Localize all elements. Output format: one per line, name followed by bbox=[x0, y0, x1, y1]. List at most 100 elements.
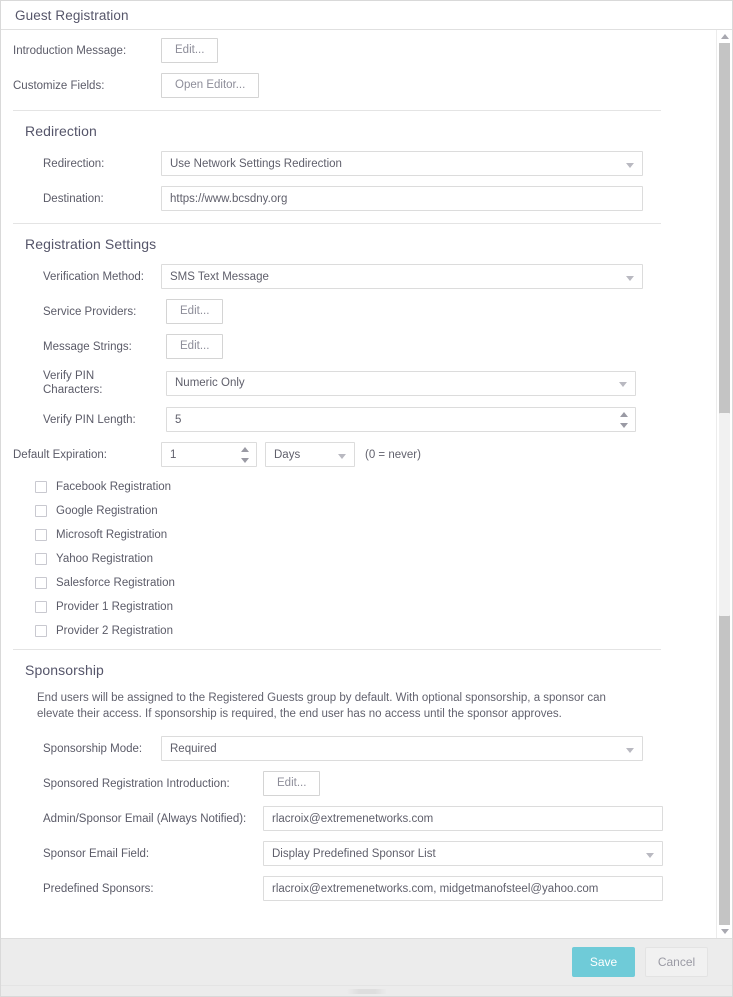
message-strings-control: Edit... bbox=[161, 334, 223, 359]
chevron-down-icon bbox=[626, 276, 634, 281]
field-admin-sponsor-email: Admin/Sponsor Email (Always Notified): bbox=[1, 806, 716, 831]
field-introduction-message: Introduction Message: Edit... bbox=[1, 38, 716, 63]
vertical-scrollbar[interactable] bbox=[716, 30, 732, 938]
field-predefined-sponsors: Predefined Sponsors: bbox=[1, 876, 716, 901]
settings-content: Introduction Message: Edit... Customize … bbox=[1, 30, 716, 923]
scrollbar-thumb[interactable] bbox=[719, 413, 730, 616]
redirection-mode-label: Redirection: bbox=[13, 157, 161, 171]
service-providers-edit-button[interactable]: Edit... bbox=[166, 299, 223, 324]
destination-label: Destination: bbox=[13, 192, 161, 206]
checkbox-microsoft-registration[interactable]: Microsoft Registration bbox=[1, 529, 716, 541]
window-resize-strip[interactable] bbox=[1, 985, 732, 996]
verify-pin-characters-label: Verify PIN Characters: bbox=[13, 369, 161, 397]
cancel-button[interactable]: Cancel bbox=[645, 947, 708, 977]
checkbox-label: Facebook Registration bbox=[56, 481, 171, 493]
destination-control bbox=[161, 186, 643, 211]
field-sponsorship-mode: Sponsorship Mode: Required bbox=[1, 736, 716, 761]
checkbox-salesforce-registration[interactable]: Salesforce Registration bbox=[1, 577, 716, 589]
verify-pin-characters-control: Numeric Only bbox=[161, 371, 636, 396]
sponsorship-description: End users will be assigned to the Regist… bbox=[1, 690, 716, 736]
checkbox-provider-2-registration[interactable]: Provider 2 Registration bbox=[1, 625, 716, 637]
checkbox-provider-1-registration[interactable]: Provider 1 Registration bbox=[1, 601, 716, 613]
redirection-mode-value: Use Network Settings Redirection bbox=[170, 158, 342, 170]
guest-registration-window: Guest Registration Introduction Message:… bbox=[0, 0, 733, 997]
field-service-providers: Service Providers: Edit... bbox=[1, 299, 716, 324]
predefined-sponsors-input[interactable] bbox=[263, 876, 663, 901]
checkbox-icon[interactable] bbox=[35, 481, 47, 493]
verify-pin-length-stepper[interactable]: 5 bbox=[166, 407, 636, 432]
verification-method-label: Verification Method: bbox=[13, 270, 161, 284]
redirection-mode-select[interactable]: Use Network Settings Redirection bbox=[161, 151, 643, 176]
checkbox-google-registration[interactable]: Google Registration bbox=[1, 505, 716, 517]
chevron-down-icon bbox=[619, 382, 627, 387]
verify-pin-length-label: Verify PIN Length: bbox=[13, 413, 161, 427]
checkbox-icon[interactable] bbox=[35, 625, 47, 637]
window-body: Introduction Message: Edit... Customize … bbox=[1, 30, 732, 938]
admin-sponsor-email-input[interactable] bbox=[263, 806, 663, 831]
chevron-down-icon bbox=[626, 163, 634, 168]
field-redirection-destination: Destination: bbox=[1, 186, 716, 211]
introduction-message-edit-button[interactable]: Edit... bbox=[161, 38, 218, 63]
scrollbar-track[interactable] bbox=[719, 43, 730, 925]
window-titlebar: Guest Registration bbox=[1, 1, 732, 30]
verify-pin-characters-value: Numeric Only bbox=[175, 377, 245, 389]
resize-grip-icon[interactable] bbox=[347, 989, 387, 994]
default-expiration-control: 1 Days (0 = never) bbox=[161, 442, 421, 467]
verify-pin-length-value: 5 bbox=[175, 414, 181, 426]
sponsored-registration-introduction-label: Sponsored Registration Introduction: bbox=[13, 777, 253, 791]
destination-input[interactable] bbox=[161, 186, 643, 211]
verification-method-select[interactable]: SMS Text Message bbox=[161, 264, 643, 289]
checkbox-icon[interactable] bbox=[35, 577, 47, 589]
admin-sponsor-email-label: Admin/Sponsor Email (Always Notified): bbox=[13, 812, 253, 826]
checkbox-label: Google Registration bbox=[56, 505, 158, 517]
save-button[interactable]: Save bbox=[572, 947, 635, 977]
field-verify-pin-characters: Verify PIN Characters: Numeric Only bbox=[1, 369, 716, 397]
checkbox-label: Provider 2 Registration bbox=[56, 625, 173, 637]
default-expiration-unit-select[interactable]: Days bbox=[265, 442, 355, 467]
verify-pin-length-control: 5 bbox=[161, 407, 636, 432]
predefined-sponsors-control bbox=[253, 876, 663, 901]
checkbox-label: Microsoft Registration bbox=[56, 529, 167, 541]
sponsor-email-field-select[interactable]: Display Predefined Sponsor List bbox=[263, 841, 663, 866]
introduction-message-label: Introduction Message: bbox=[13, 44, 161, 58]
checkbox-label: Provider 1 Registration bbox=[56, 601, 173, 613]
default-expiration-value: 1 bbox=[170, 449, 176, 461]
introduction-message-control: Edit... bbox=[161, 38, 218, 63]
sponsor-email-field-value: Display Predefined Sponsor List bbox=[272, 848, 436, 860]
social-registration-list: Facebook Registration Google Registratio… bbox=[1, 481, 716, 637]
default-expiration-stepper[interactable]: 1 bbox=[161, 442, 257, 467]
sponsorship-mode-control: Required bbox=[161, 736, 643, 761]
verify-pin-characters-select[interactable]: Numeric Only bbox=[166, 371, 636, 396]
chevron-down-icon bbox=[338, 454, 346, 459]
chevron-down-icon bbox=[646, 853, 654, 858]
field-verification-method: Verification Method: SMS Text Message bbox=[1, 264, 716, 289]
checkbox-icon[interactable] bbox=[35, 601, 47, 613]
checkbox-icon[interactable] bbox=[35, 553, 47, 565]
service-providers-control: Edit... bbox=[161, 299, 223, 324]
sponsored-registration-introduction-edit-button[interactable]: Edit... bbox=[263, 771, 320, 796]
customize-fields-control: Open Editor... bbox=[161, 73, 259, 98]
field-verify-pin-length: Verify PIN Length: 5 bbox=[1, 407, 716, 432]
sponsorship-mode-value: Required bbox=[170, 743, 217, 755]
sponsorship-mode-select[interactable]: Required bbox=[161, 736, 643, 761]
message-strings-edit-button[interactable]: Edit... bbox=[166, 334, 223, 359]
stepper-arrows-icon[interactable] bbox=[241, 447, 249, 463]
section-heading-sponsorship: Sponsorship bbox=[1, 650, 716, 690]
scroll-down-arrow-icon[interactable] bbox=[717, 925, 732, 938]
default-expiration-hint: (0 = never) bbox=[365, 449, 421, 461]
verification-method-control: SMS Text Message bbox=[161, 264, 643, 289]
field-redirection-mode: Redirection: Use Network Settings Redire… bbox=[1, 151, 716, 176]
field-message-strings: Message Strings: Edit... bbox=[1, 334, 716, 359]
customize-fields-open-editor-button[interactable]: Open Editor... bbox=[161, 73, 259, 98]
sponsor-email-field-label: Sponsor Email Field: bbox=[13, 847, 253, 861]
checkbox-facebook-registration[interactable]: Facebook Registration bbox=[1, 481, 716, 493]
chevron-down-icon bbox=[626, 748, 634, 753]
stepper-arrows-icon[interactable] bbox=[620, 412, 628, 428]
checkbox-icon[interactable] bbox=[35, 505, 47, 517]
checkbox-yahoo-registration[interactable]: Yahoo Registration bbox=[1, 553, 716, 565]
default-expiration-unit-value: Days bbox=[274, 449, 300, 461]
checkbox-icon[interactable] bbox=[35, 529, 47, 541]
predefined-sponsors-label: Predefined Sponsors: bbox=[13, 882, 253, 896]
settings-scroll-pane[interactable]: Introduction Message: Edit... Customize … bbox=[1, 30, 716, 938]
scroll-up-arrow-icon[interactable] bbox=[717, 30, 732, 43]
